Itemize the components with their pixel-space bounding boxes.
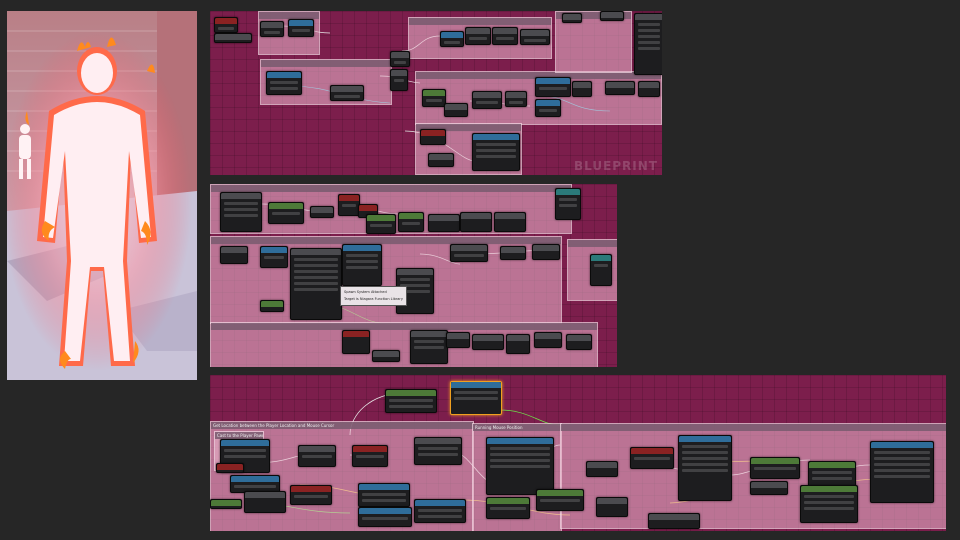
graph-node[interactable] bbox=[338, 194, 360, 216]
graph-node[interactable] bbox=[870, 441, 934, 503]
graph-node[interactable] bbox=[260, 246, 288, 268]
comment-title: Running Mouse Position bbox=[473, 424, 561, 431]
graph-node[interactable] bbox=[310, 206, 334, 218]
graph-node[interactable] bbox=[352, 445, 388, 467]
graph-node[interactable] bbox=[288, 19, 314, 37]
graph-node[interactable] bbox=[216, 463, 244, 473]
graph-node[interactable] bbox=[422, 89, 446, 107]
graph-node[interactable] bbox=[648, 513, 700, 529]
comment-title: Get Location between the Player Location… bbox=[211, 422, 473, 429]
graph-node[interactable] bbox=[605, 81, 635, 95]
graph-node[interactable] bbox=[266, 71, 302, 95]
graph-node[interactable] bbox=[330, 85, 364, 101]
graph-node[interactable] bbox=[486, 437, 554, 495]
graph-node[interactable] bbox=[410, 330, 448, 364]
graph-node[interactable] bbox=[630, 447, 674, 469]
graph-node[interactable] bbox=[536, 489, 584, 511]
graph-node[interactable] bbox=[486, 497, 530, 519]
blueprint-graph-2[interactable]: Spawn System Attached Target is Niagara … bbox=[210, 184, 617, 367]
selected-graph-node[interactable] bbox=[450, 381, 502, 415]
graph-node[interactable] bbox=[428, 214, 460, 232]
graph-node[interactable] bbox=[428, 153, 454, 167]
graph-node[interactable] bbox=[555, 188, 581, 220]
graph-node[interactable] bbox=[358, 483, 410, 507]
graph-node[interactable] bbox=[492, 27, 518, 45]
graph-node[interactable] bbox=[450, 244, 488, 262]
graph-node[interactable] bbox=[398, 212, 424, 232]
graph-node[interactable] bbox=[444, 103, 468, 117]
graph-node[interactable] bbox=[298, 445, 336, 467]
graph-node[interactable] bbox=[494, 212, 526, 232]
graph-node[interactable] bbox=[532, 244, 560, 260]
burning-character-image bbox=[7, 11, 197, 380]
node-tooltip: Spawn System Attached Target is Niagara … bbox=[340, 286, 407, 306]
graph-node[interactable] bbox=[534, 332, 562, 348]
graph-node[interactable] bbox=[440, 31, 464, 47]
graph-node[interactable] bbox=[472, 334, 504, 350]
graph-node[interactable] bbox=[566, 334, 592, 350]
graph-node[interactable] bbox=[460, 212, 492, 232]
graph-node[interactable] bbox=[214, 17, 238, 33]
graph-node[interactable] bbox=[506, 334, 530, 354]
graph-node[interactable] bbox=[446, 332, 470, 348]
character-preview-viewport bbox=[7, 11, 197, 380]
graph-node[interactable] bbox=[572, 81, 592, 97]
graph-node[interactable] bbox=[562, 13, 582, 23]
graph-node[interactable] bbox=[472, 133, 520, 171]
graph-node[interactable] bbox=[638, 81, 660, 97]
blueprint-graph-1[interactable]: BLUEPRINT bbox=[210, 11, 662, 175]
graph-node[interactable] bbox=[385, 389, 437, 413]
graph-node[interactable] bbox=[420, 129, 446, 145]
graph-node[interactable] bbox=[520, 29, 550, 45]
graph-node[interactable] bbox=[260, 21, 284, 37]
graph-node[interactable] bbox=[505, 91, 527, 107]
graph-node[interactable] bbox=[290, 248, 342, 320]
tooltip-subtitle: Target is Niagara Function Library bbox=[344, 297, 403, 301]
graph-node[interactable] bbox=[472, 91, 502, 109]
graph-node[interactable] bbox=[220, 246, 248, 264]
graph-node[interactable] bbox=[586, 461, 618, 477]
graph-node[interactable] bbox=[600, 11, 624, 21]
graph-node[interactable] bbox=[290, 485, 332, 505]
graph-node[interactable] bbox=[414, 499, 466, 523]
graph-node[interactable] bbox=[390, 69, 408, 91]
graph-node[interactable] bbox=[372, 350, 400, 362]
graph-node[interactable] bbox=[750, 457, 800, 479]
graph-node[interactable] bbox=[500, 246, 526, 260]
graph-node[interactable] bbox=[260, 300, 284, 312]
graph-node[interactable] bbox=[596, 497, 628, 517]
graph-node[interactable] bbox=[465, 27, 491, 45]
blueprint-graph-3[interactable]: Get Location between the Player Location… bbox=[210, 375, 946, 531]
graph-node[interactable] bbox=[268, 202, 304, 224]
tooltip-title: Spawn System Attached bbox=[344, 290, 387, 294]
graph-node[interactable] bbox=[244, 491, 286, 513]
graph-node[interactable] bbox=[214, 33, 252, 43]
blueprint-watermark: BLUEPRINT bbox=[573, 159, 658, 173]
graph-node[interactable] bbox=[414, 437, 462, 465]
graph-node[interactable] bbox=[590, 254, 612, 286]
graph-node[interactable] bbox=[535, 77, 571, 97]
graph-node[interactable] bbox=[634, 13, 662, 75]
graph-node[interactable] bbox=[390, 51, 410, 67]
graph-node[interactable] bbox=[220, 192, 262, 232]
graph-node[interactable] bbox=[342, 330, 370, 354]
graph-node[interactable] bbox=[800, 485, 858, 523]
graph-node[interactable] bbox=[342, 244, 382, 286]
graph-node[interactable] bbox=[535, 99, 561, 117]
graph-node[interactable] bbox=[750, 481, 788, 495]
comment-title: Cast to the Player Pawn bbox=[215, 432, 263, 439]
graph-node[interactable] bbox=[210, 499, 242, 509]
graph-node[interactable] bbox=[678, 435, 732, 501]
graph-node[interactable] bbox=[358, 507, 412, 527]
graph-node[interactable] bbox=[366, 214, 396, 234]
